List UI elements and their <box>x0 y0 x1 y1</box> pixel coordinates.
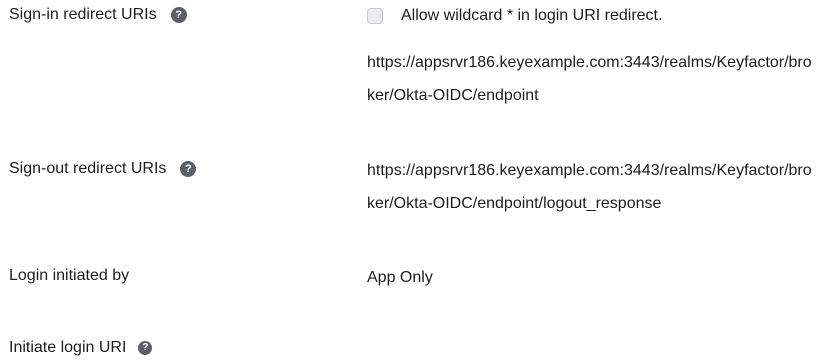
allow-wildcard-checkbox[interactable] <box>367 8 383 24</box>
signout-redirect-uris-label: Sign-out redirect URIs ? <box>9 160 197 178</box>
question-circle-icon[interactable]: ? <box>170 7 187 23</box>
login-initiated-by-value: App Only <box>367 269 433 286</box>
login-initiated-by-label: Login initiated by <box>9 267 129 285</box>
signin-redirect-uris-text: Sign-in redirect URIs <box>9 6 157 23</box>
question-circle-icon[interactable]: ? <box>138 341 153 355</box>
signout-redirect-uri-value: https://appsrvr186.keyexample.com:3443/r… <box>367 162 812 212</box>
signout-redirect-uris-text: Sign-out redirect URIs <box>9 160 167 177</box>
allow-wildcard-label: Allow wildcard * in login URI redirect. <box>401 7 663 24</box>
initiate-login-uri-label: Initiate login URI ? <box>9 339 153 357</box>
question-circle-icon[interactable]: ? <box>180 161 197 177</box>
signin-redirect-uri-value: https://appsrvr186.keyexample.com:3443/r… <box>367 54 812 104</box>
allow-wildcard-row: Allow wildcard * in login URI redirect. <box>367 4 662 28</box>
signin-redirect-uris-label: Sign-in redirect URIs ? <box>9 6 187 24</box>
initiate-login-uri-text: Initiate login URI <box>9 339 127 356</box>
login-initiated-by-text: Login initiated by <box>9 267 130 284</box>
